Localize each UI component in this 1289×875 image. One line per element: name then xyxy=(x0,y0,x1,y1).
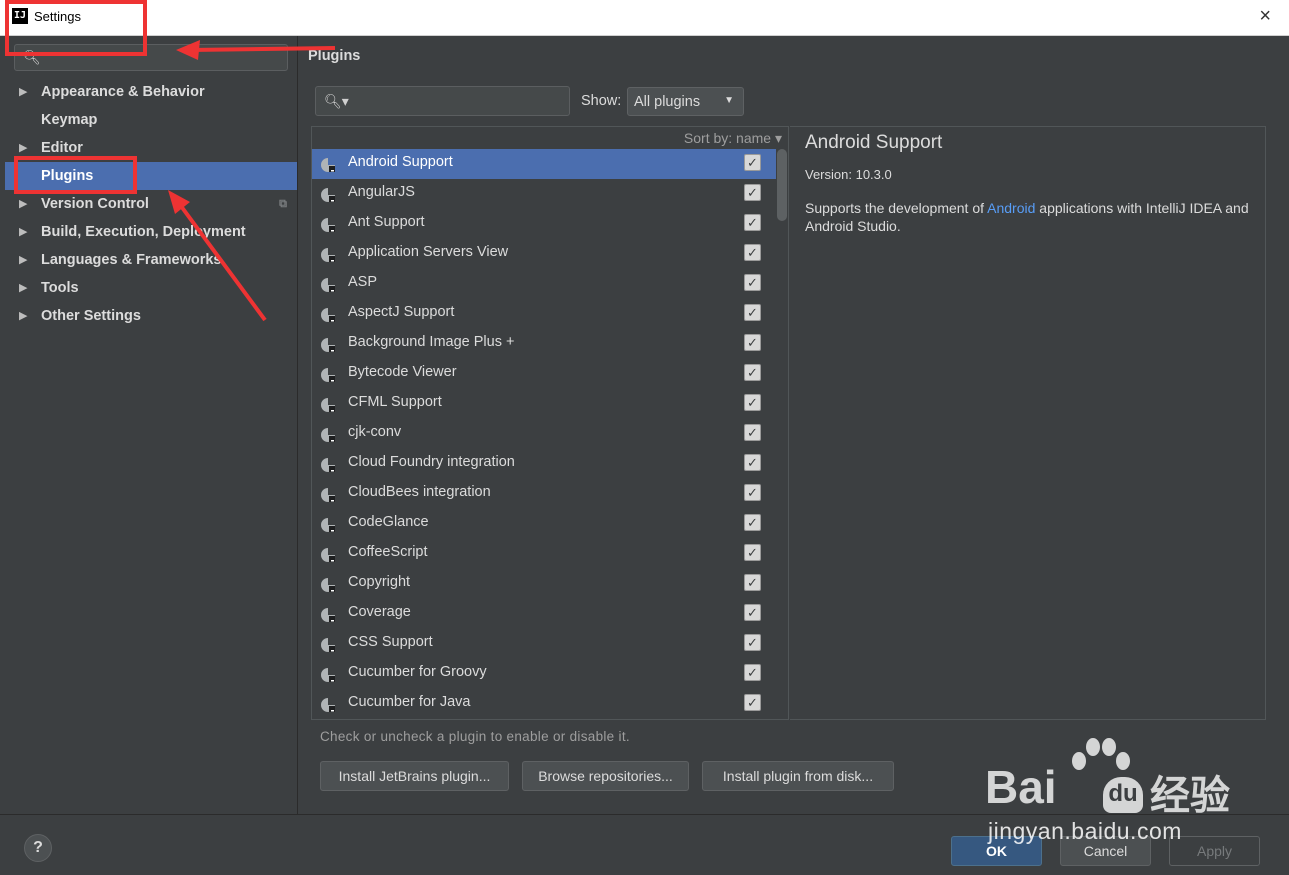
watermark-bai: Bai xyxy=(985,761,1057,813)
watermark-url: jingyan.baidu.com xyxy=(988,818,1182,844)
arrow-to-title xyxy=(176,40,336,60)
watermark-jingyan: 经验 xyxy=(1150,773,1230,819)
settings-dialog: IJ Settings × 🔍︎ ▶ Appearance & Behavior K… xyxy=(0,0,1289,875)
baidu-watermark: Bai du 经验 jingyan.baidu.com xyxy=(985,735,1275,845)
arrow-to-plugins xyxy=(168,190,267,322)
watermark-du: du xyxy=(1103,777,1143,813)
paw-icon xyxy=(1072,738,1130,770)
